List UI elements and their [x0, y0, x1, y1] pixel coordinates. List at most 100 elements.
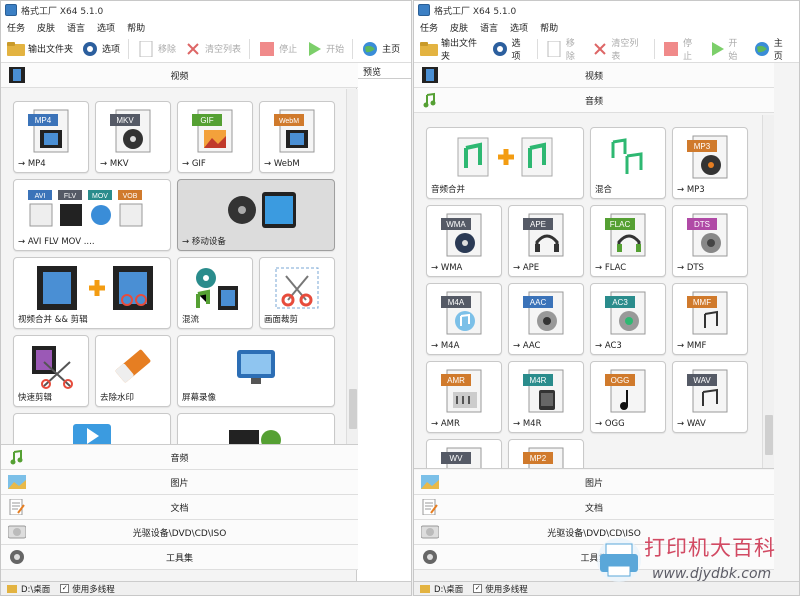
tile-remove-watermark[interactable]: 去除水印	[95, 335, 171, 407]
wma-file-icon: WMA	[441, 213, 482, 257]
title-bar: 格式工厂 X64 5.1.0	[414, 1, 799, 19]
tile-mix[interactable]: 混流	[177, 257, 253, 329]
tile-mp3[interactable]: MP3 → MP3	[672, 127, 748, 199]
menu-help[interactable]: 帮助	[540, 21, 558, 34]
category-toolbox[interactable]: 工具集	[1, 545, 358, 570]
tile-label: 音频合并	[431, 185, 466, 195]
menu-task[interactable]: 任务	[7, 21, 25, 34]
output-folder-button[interactable]: 输出文件夹	[420, 37, 483, 62]
scroll-thumb[interactable]	[765, 415, 773, 455]
tile-ape[interactable]: APE → APE	[508, 205, 584, 277]
scroll-thumb[interactable]	[349, 389, 357, 429]
tile-avi-flv-mov[interactable]: AVI FLV MOV VOB → AVI FLV MOV ....	[13, 179, 171, 251]
options-button[interactable]: 选项	[491, 37, 528, 62]
tile-mmf[interactable]: MMF → MMF	[672, 283, 748, 355]
video-tool-icon	[229, 430, 281, 444]
tile-audio-merge[interactable]: 音频合并	[426, 127, 584, 199]
menu-help[interactable]: 帮助	[127, 21, 145, 34]
audio-merge-icon	[457, 137, 553, 177]
stop-button[interactable]: 停止	[258, 37, 297, 61]
tile-label: 画面裁剪	[264, 315, 299, 325]
category-picture[interactable]: 图片	[1, 470, 358, 495]
tile-mp2[interactable]: MP2	[508, 439, 584, 468]
tile-m4r[interactable]: M4R → M4R	[508, 361, 584, 433]
tile-label: → AVI FLV MOV ....	[18, 237, 95, 247]
menu-options[interactable]: 选项	[510, 21, 528, 34]
remove-button[interactable]: 移除	[137, 37, 176, 61]
stop-icon	[258, 40, 276, 58]
folder-icon	[420, 40, 438, 58]
tile-amr[interactable]: AMR → AMR	[426, 361, 502, 433]
document-icon	[137, 40, 155, 58]
clear-icon	[184, 40, 202, 58]
tile-audio-mix[interactable]: 混合	[590, 127, 666, 199]
tile-video-player[interactable]	[13, 413, 171, 444]
tile-wav[interactable]: WAV → WAV	[672, 361, 748, 433]
svg-text:MMF: MMF	[693, 298, 711, 307]
preview-label: 预览	[357, 63, 411, 79]
grid-scrollbar[interactable]	[762, 115, 774, 468]
category-document[interactable]: 文档	[414, 495, 774, 520]
grid-scrollbar[interactable]	[346, 89, 358, 444]
menu-language[interactable]: 语言	[480, 21, 498, 34]
home-button[interactable]: 主页	[754, 37, 791, 62]
tile-video-merge[interactable]: 视频合并 && 剪辑	[13, 257, 171, 329]
menu-skin[interactable]: 皮肤	[37, 21, 55, 34]
tile-video-tool[interactable]	[177, 413, 335, 444]
tile-ogg[interactable]: OGG → OGG	[590, 361, 666, 433]
category-audio[interactable]: 音频	[1, 445, 358, 470]
start-button[interactable]: 开始	[305, 37, 344, 61]
tile-fast-cut[interactable]: 快速剪辑	[13, 335, 89, 407]
tile-label: → MP3	[677, 185, 705, 195]
tile-wv[interactable]: WV	[426, 439, 502, 468]
tile-dts[interactable]: DTS → DTS	[672, 205, 748, 277]
tile-label: → APE	[513, 263, 540, 273]
tile-label: → M4A	[431, 341, 460, 351]
menu-task[interactable]: 任务	[420, 21, 438, 34]
svg-text:VOB: VOB	[123, 193, 138, 200]
tile-m4a[interactable]: M4A → M4A	[426, 283, 502, 355]
tile-label: 混流	[182, 315, 200, 325]
remove-button[interactable]: 移除	[546, 37, 583, 62]
tile-webm[interactable]: WebM → WebM	[259, 101, 335, 173]
category-disc[interactable]: 光驱设备\DVD\CD\ISO	[1, 520, 358, 545]
clear-list-button[interactable]: 清空列表	[591, 37, 646, 62]
menu-language[interactable]: 语言	[67, 21, 85, 34]
tile-ac3[interactable]: AC3 → AC3	[590, 283, 666, 355]
menu-options[interactable]: 选项	[97, 21, 115, 34]
options-button[interactable]: 选项	[81, 37, 120, 61]
clear-list-button[interactable]: 清空列表	[184, 37, 241, 61]
output-path[interactable]: D:\桌面	[434, 583, 463, 595]
svg-text:MKV: MKV	[116, 116, 134, 125]
mp3-file-icon: MP3	[687, 135, 728, 179]
category-picture[interactable]: 图片	[414, 470, 774, 495]
category-video[interactable]: 视频	[1, 63, 358, 88]
category-audio[interactable]: 音频	[414, 88, 774, 113]
mp4-file-icon: MP4	[28, 109, 69, 153]
gif-file-icon: GIF	[192, 109, 233, 153]
tile-flac[interactable]: FLAC → FLAC	[590, 205, 666, 277]
audio-mix-icon	[611, 138, 643, 174]
play-icon	[708, 40, 725, 58]
multithread-checkbox[interactable]: ✓	[60, 584, 70, 593]
multithread-checkbox[interactable]: ✓	[473, 584, 483, 593]
tile-crop[interactable]: 画面裁剪	[259, 257, 335, 329]
start-button[interactable]: 开始	[708, 37, 745, 62]
tile-wma[interactable]: WMA → WMA	[426, 205, 502, 277]
category-document[interactable]: 文档	[1, 495, 358, 520]
category-video[interactable]: 视频	[414, 63, 774, 88]
output-path[interactable]: D:\桌面	[21, 583, 50, 595]
tile-mp4[interactable]: MP4 → MP4	[13, 101, 89, 173]
tile-mkv[interactable]: MKV → MKV	[95, 101, 171, 173]
tile-screen-record[interactable]: 屏幕录像	[177, 335, 335, 407]
output-folder-button[interactable]: 输出文件夹	[7, 37, 73, 61]
menu-skin[interactable]: 皮肤	[450, 21, 468, 34]
tile-mobile-device[interactable]: → 移动设备	[177, 179, 335, 251]
tile-aac[interactable]: AAC → AAC	[508, 283, 584, 355]
window-title: 格式工厂 X64 5.1.0	[434, 6, 517, 17]
stop-button[interactable]: 停止	[663, 37, 700, 62]
tile-gif[interactable]: GIF → GIF	[177, 101, 253, 173]
home-button[interactable]: 主页	[361, 37, 400, 61]
tile-label: 视频合并 && 剪辑	[18, 315, 88, 325]
m4r-file-icon: M4R	[523, 369, 564, 413]
